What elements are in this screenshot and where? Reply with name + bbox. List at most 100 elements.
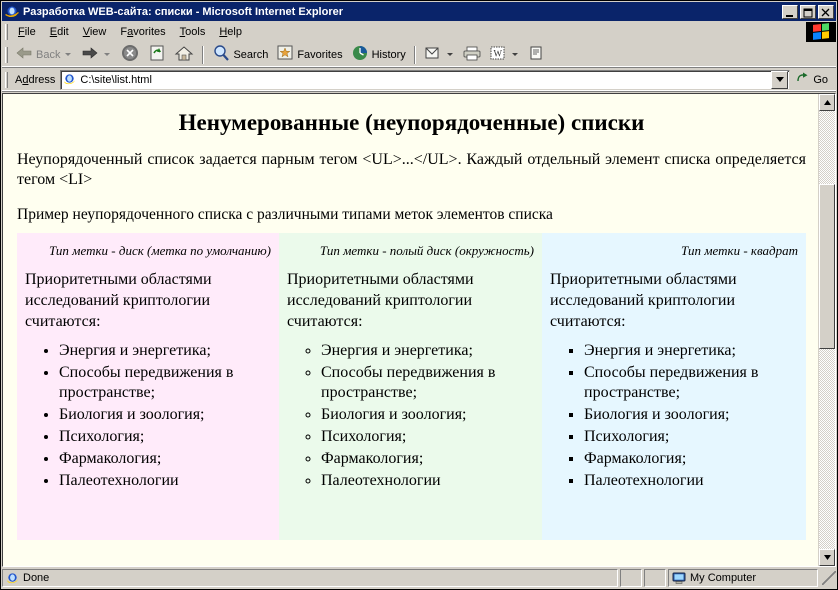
mail-icon	[424, 45, 442, 64]
security-zone-text: My Computer	[690, 572, 757, 584]
list-item: Фармакология;	[59, 449, 271, 470]
refresh-icon	[148, 44, 166, 65]
page-icon	[63, 73, 76, 86]
favorites-button[interactable]: Favorites	[272, 44, 346, 66]
status-pane-2	[620, 569, 642, 587]
list-item: Энергия и энергетика;	[59, 341, 271, 362]
my-computer-icon	[672, 572, 686, 584]
menu-item-edit[interactable]: Edit	[43, 24, 76, 40]
windows-flag-logo	[806, 21, 836, 42]
list-item: Психология;	[321, 427, 534, 448]
toolbar-grip[interactable]	[5, 46, 8, 63]
browser-window: Разработка WEB-сайта: списки - Microsoft…	[0, 0, 838, 590]
example-column-disc: Тип метки - диск (метка по умолчанию) Пр…	[17, 232, 279, 540]
address-value: C:\site\list.html	[80, 73, 152, 86]
back-button[interactable]: Back	[11, 44, 77, 66]
example-column-circle: Тип метки - полый диск (окружность) Прио…	[279, 232, 542, 540]
resize-grip[interactable]	[822, 571, 836, 585]
bullet-list-circle: Энергия и энергетика; Способы передвижен…	[287, 341, 534, 492]
list-item: Способы передвижения в пространстве;	[584, 363, 798, 405]
bullet-list-square: Энергия и энергетика; Способы передвижен…	[550, 341, 798, 492]
column-intro: Приоритетными областями исследований кри…	[287, 271, 474, 330]
address-label: Address	[15, 73, 56, 86]
scrollbar-track[interactable]	[819, 111, 835, 549]
close-button[interactable]	[818, 4, 834, 19]
favorites-star-icon	[276, 45, 294, 64]
menu-item-tools[interactable]: Tools	[173, 24, 213, 40]
edit-button[interactable]: W	[485, 44, 524, 66]
page-title: Ненумерованные (неупорядоченные) списки	[178, 110, 645, 135]
navigation-toolbar: Back Search Favorites History W	[2, 42, 836, 68]
refresh-button[interactable]	[144, 44, 170, 66]
list-item: Биология и зоология;	[584, 405, 798, 426]
menu-item-view[interactable]: View	[76, 24, 114, 40]
document-body: Ненумерованные (неупорядоченные) списки …	[3, 94, 818, 566]
scrollbar-thumb[interactable]	[819, 184, 835, 349]
search-button[interactable]: Search	[208, 44, 272, 66]
status-pane-3	[644, 569, 666, 587]
caption-buttons	[782, 4, 834, 19]
addressbar-grip[interactable]	[5, 71, 8, 88]
go-label: Go	[813, 73, 828, 86]
print-button[interactable]	[459, 44, 485, 66]
example-caption: Пример неупорядоченного списка с различн…	[17, 205, 553, 223]
menu-item-help[interactable]: Help	[212, 24, 249, 40]
go-button[interactable]: Go	[790, 71, 834, 88]
flag-glyph	[813, 23, 829, 40]
back-dropdown-icon[interactable]	[65, 53, 72, 56]
status-message-pane: Done	[2, 569, 618, 587]
favorites-label: Favorites	[297, 48, 343, 61]
history-icon	[351, 44, 369, 65]
page-viewport: Ненумерованные (неупорядоченные) списки …	[2, 93, 836, 567]
menu-item-file[interactable]: File	[11, 24, 43, 40]
menu-bar: File Edit View Favorites Tools Help	[2, 21, 836, 42]
vertical-scrollbar[interactable]	[818, 94, 835, 566]
edit-icon: W	[489, 45, 507, 64]
example-column-square: Тип метки - квадрат Приоритетными област…	[542, 232, 806, 540]
status-bar: Done My Computer	[2, 568, 836, 588]
bullet-list-disc: Энергия и энергетика; Способы передвижен…	[25, 341, 271, 492]
status-text: Done	[23, 572, 50, 584]
column-intro: Приоритетными областями исследований кри…	[550, 271, 737, 330]
list-item: Палеотехнологии	[584, 471, 798, 492]
list-item: Палеотехнологии	[59, 471, 271, 492]
edit-dropdown-icon[interactable]	[511, 53, 518, 56]
minimize-button[interactable]	[782, 4, 798, 19]
toolbar-separator-1	[202, 45, 205, 64]
history-label: History	[371, 48, 406, 61]
security-zone-pane[interactable]: My Computer	[668, 569, 818, 587]
forward-button[interactable]	[77, 44, 116, 66]
discuss-button[interactable]	[524, 44, 548, 66]
examples-table: Тип метки - диск (метка по умолчанию) Пр…	[17, 232, 806, 540]
scroll-up-button[interactable]	[819, 94, 835, 111]
scroll-down-button[interactable]	[819, 549, 835, 566]
menu-grip[interactable]	[5, 23, 8, 40]
column-intro: Приоритетными областями исследований кри…	[25, 271, 212, 330]
status-page-icon	[6, 572, 19, 585]
list-item: Биология и зоология;	[59, 405, 271, 426]
history-button[interactable]: History	[347, 44, 410, 66]
list-item: Способы передвижения в пространстве;	[59, 363, 271, 405]
maximize-button[interactable]	[800, 4, 816, 19]
intro-paragraph: Неупорядоченный список задается парным т…	[17, 151, 806, 189]
home-button[interactable]	[170, 44, 198, 66]
list-item: Психология;	[59, 427, 271, 448]
back-label: Back	[36, 48, 61, 61]
list-item: Психология;	[584, 427, 798, 448]
search-label: Search	[233, 48, 269, 61]
list-item: Энергия и энергетика;	[321, 341, 534, 362]
stop-icon	[120, 43, 140, 66]
address-bar: Address C:\site\list.html Go	[2, 68, 836, 92]
list-item: Фармакология;	[584, 449, 798, 470]
address-input[interactable]: C:\site\list.html	[60, 69, 791, 90]
address-dropdown-button[interactable]	[771, 70, 789, 89]
mail-button[interactable]	[420, 44, 459, 66]
forward-dropdown-icon[interactable]	[104, 53, 111, 56]
list-item: Способы передвижения в пространстве;	[321, 363, 534, 405]
search-icon	[212, 44, 230, 65]
mail-dropdown-icon[interactable]	[446, 53, 453, 56]
window-title: Разработка WEB-сайта: списки - Microsoft…	[23, 5, 343, 18]
menu-item-favorites[interactable]: Favorites	[113, 24, 172, 40]
list-item: Энергия и энергетика;	[584, 341, 798, 362]
stop-button[interactable]	[116, 44, 144, 66]
